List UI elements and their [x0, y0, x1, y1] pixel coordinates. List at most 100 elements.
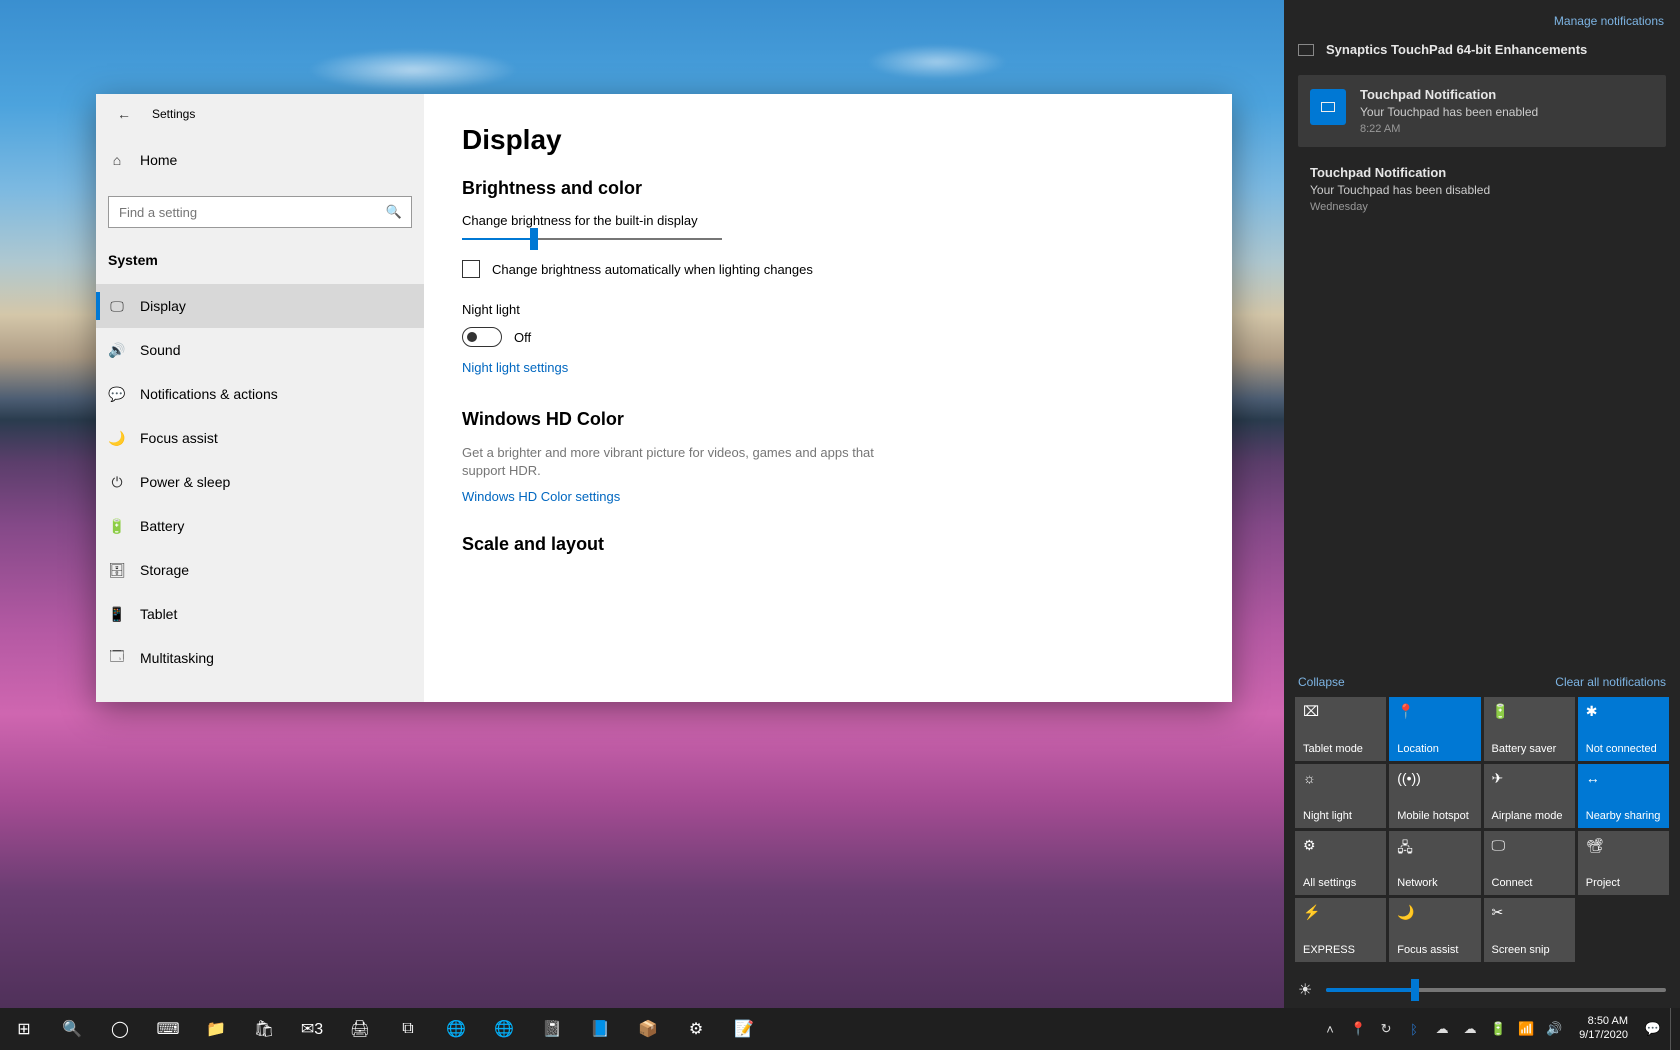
taskbar-app-0[interactable]: ⊞ — [0, 1008, 48, 1050]
sidebar-item-tablet[interactable]: 📱Tablet — [96, 592, 424, 636]
auto-brightness-row[interactable]: Change brightness automatically when lig… — [462, 260, 1194, 278]
tile-label: EXPRESS — [1303, 944, 1378, 956]
section-brightness: Brightness and color — [462, 178, 1194, 199]
notification-card[interactable]: Touchpad NotificationYour Touchpad has b… — [1298, 153, 1666, 225]
collapse-link[interactable]: Collapse — [1298, 675, 1345, 689]
quick-action-airplane-mode[interactable]: ✈Airplane mode — [1484, 764, 1575, 828]
taskbar-app-12[interactable]: 📘 — [576, 1008, 624, 1050]
tray-volume-icon[interactable]: 🔊 — [1543, 1021, 1565, 1037]
notification-card[interactable]: Touchpad NotificationYour Touchpad has b… — [1298, 75, 1666, 147]
tray-location-icon[interactable]: 📍 — [1347, 1021, 1369, 1037]
tile-icon: 🖧 — [1397, 837, 1472, 861]
titlebar: ← Settings — ☐ ✕ — [96, 94, 424, 134]
tile-label: All settings — [1303, 877, 1378, 889]
quick-action-night-light[interactable]: ☼Night light — [1295, 764, 1386, 828]
tile-label: Night light — [1303, 810, 1378, 822]
taskbar-app-1[interactable]: 🔍 — [48, 1008, 96, 1050]
nav-icon: 📱 — [108, 606, 126, 623]
nav-icon: 🗔 — [108, 646, 126, 670]
quick-action-project[interactable]: 📽Project — [1578, 831, 1669, 895]
taskbar-app-4[interactable]: 📁 — [192, 1008, 240, 1050]
tray-battery-icon[interactable]: 🔋 — [1487, 1021, 1509, 1037]
quick-action-tablet-mode[interactable]: ⌧Tablet mode — [1295, 697, 1386, 761]
tray-chevron-icon[interactable]: ˄ — [1319, 1022, 1341, 1037]
hd-color-settings-link[interactable]: Windows HD Color settings — [462, 489, 620, 504]
brightness-quick-slider[interactable] — [1326, 988, 1666, 992]
quick-action-all-settings[interactable]: ⚙All settings — [1295, 831, 1386, 895]
tray-cloud-icon[interactable]: ☁ — [1459, 1021, 1481, 1037]
quick-action-network[interactable]: 🖧Network — [1389, 831, 1480, 895]
show-desktop-button[interactable] — [1670, 1008, 1676, 1050]
quick-action-express[interactable]: ⚡EXPRESS — [1295, 898, 1386, 962]
tile-icon: 🖵 — [1492, 837, 1567, 854]
brightness-quick-thumb[interactable] — [1411, 979, 1419, 1001]
ac-spacer — [1284, 227, 1680, 675]
tile-label: Focus assist — [1397, 944, 1472, 956]
notification-text: Your Touchpad has been enabled — [1360, 105, 1654, 119]
quick-action-screen-snip[interactable]: ✂Screen snip — [1484, 898, 1575, 962]
ac-action-row: Collapse Clear all notifications — [1284, 675, 1680, 697]
sidebar-item-display[interactable]: 🖵Display — [96, 284, 424, 328]
taskbar-apps: ⊞🔍◯⌨📁🛍✉3🖨⧉🌐🌐📓📘📦⚙📝 — [0, 1008, 768, 1050]
quick-action-mobile-hotspot[interactable]: ((•))Mobile hotspot — [1389, 764, 1480, 828]
tile-icon: 🌙 — [1397, 904, 1472, 921]
tile-icon: ⌧ — [1303, 703, 1378, 720]
tray-bluetooth-icon[interactable]: ᛒ — [1403, 1022, 1425, 1037]
action-center: Manage notifications Synaptics TouchPad … — [1284, 0, 1680, 1008]
quick-action-connect[interactable]: 🖵Connect — [1484, 831, 1575, 895]
taskbar-clock[interactable]: 8:50 AM 9/17/2020 — [1571, 1015, 1636, 1043]
back-button[interactable]: ← — [106, 96, 142, 132]
app-title: Settings — [152, 107, 195, 121]
nav-icon: 🔊 — [108, 342, 126, 359]
sidebar-item-sound[interactable]: 🔊Sound — [96, 328, 424, 372]
action-center-button[interactable]: 💬 — [1642, 1021, 1664, 1037]
clear-all-link[interactable]: Clear all notifications — [1555, 675, 1666, 689]
night-light-settings-link[interactable]: Night light settings — [462, 360, 568, 375]
touchpad-app-icon — [1298, 44, 1314, 56]
nav-icon: 🖵 — [108, 298, 126, 315]
home-nav[interactable]: ⌂ Home — [96, 140, 424, 180]
tile-icon: ✂ — [1492, 904, 1567, 921]
brightness-icon: ☀ — [1298, 980, 1312, 1000]
taskbar-app-8[interactable]: ⧉ — [384, 1008, 432, 1050]
taskbar-app-14[interactable]: ⚙ — [672, 1008, 720, 1050]
quick-actions-grid: ⌧Tablet mode📍Location🔋Battery saver✱Not … — [1284, 697, 1680, 962]
taskbar-app-10[interactable]: 🌐 — [480, 1008, 528, 1050]
taskbar-app-6[interactable]: ✉3 — [288, 1008, 336, 1050]
taskbar-app-2[interactable]: ◯ — [96, 1008, 144, 1050]
sidebar-item-multitasking[interactable]: 🗔Multitasking — [96, 636, 424, 680]
nav-label: Power & sleep — [140, 474, 230, 490]
sidebar-item-notifications-actions[interactable]: 💬Notifications & actions — [96, 372, 424, 416]
quick-action-battery-saver[interactable]: 🔋Battery saver — [1484, 697, 1575, 761]
tile-icon: 📍 — [1397, 703, 1472, 720]
auto-brightness-checkbox[interactable] — [462, 260, 480, 278]
quick-action-location[interactable]: 📍Location — [1389, 697, 1480, 761]
tray-wifi-icon[interactable]: 📶 — [1515, 1021, 1537, 1037]
section-scale: Scale and layout — [462, 534, 1194, 555]
quick-action-nearby-sharing[interactable]: ↔Nearby sharing — [1578, 764, 1669, 828]
sidebar-item-battery[interactable]: 🔋Battery — [96, 504, 424, 548]
brightness-quick-row: ☀ — [1284, 962, 1680, 1008]
brightness-slider-thumb[interactable] — [530, 228, 538, 250]
taskbar-app-7[interactable]: 🖨 — [336, 1008, 384, 1050]
search-input[interactable] — [108, 196, 412, 228]
quick-action-not-connected[interactable]: ✱Not connected — [1578, 697, 1669, 761]
manage-notifications-link[interactable]: Manage notifications — [1284, 0, 1680, 38]
sidebar-item-power-sleep[interactable]: ⏻Power & sleep — [96, 460, 424, 504]
sidebar-item-storage[interactable]: 🗄Storage — [96, 548, 424, 592]
taskbar-app-3[interactable]: ⌨ — [144, 1008, 192, 1050]
settings-content: Display Brightness and color Change brig… — [424, 94, 1232, 702]
quick-action-focus-assist[interactable]: 🌙 Focus assist — [1389, 898, 1480, 962]
notification-time: Wednesday — [1310, 201, 1654, 213]
tray-onedrive-icon[interactable]: ☁ — [1431, 1021, 1453, 1037]
nav-icon: 🌙 — [108, 430, 126, 447]
taskbar-app-13[interactable]: 📦 — [624, 1008, 672, 1050]
taskbar-app-11[interactable]: 📓 — [528, 1008, 576, 1050]
tray-updates-icon[interactable]: ↻ — [1375, 1021, 1397, 1037]
taskbar-app-5[interactable]: 🛍 — [240, 1008, 288, 1050]
taskbar-app-9[interactable]: 🌐 — [432, 1008, 480, 1050]
brightness-slider[interactable] — [462, 238, 722, 240]
sidebar-item-focus-assist[interactable]: 🌙Focus assist — [96, 416, 424, 460]
night-light-toggle[interactable] — [462, 327, 502, 347]
taskbar-app-15[interactable]: 📝 — [720, 1008, 768, 1050]
